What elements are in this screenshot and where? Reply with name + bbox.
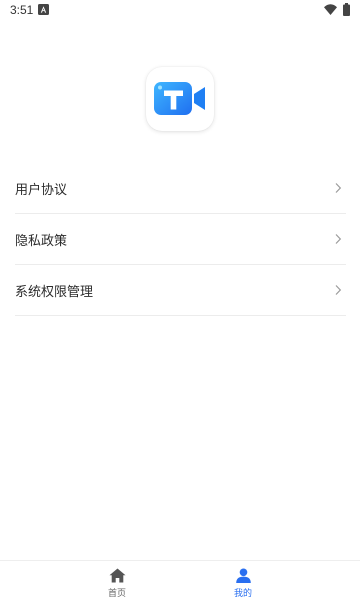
menu-item-permission-management[interactable]: 系统权限管理 [15, 265, 346, 316]
menu-item-label: 用户协议 [15, 183, 68, 198]
user-icon [236, 568, 251, 583]
battery-icon [343, 3, 350, 16]
chevron-right-icon [335, 183, 342, 193]
tab-mine[interactable]: 我的 [153, 561, 333, 600]
bottom-tab-bar: 首页 我的 [0, 560, 360, 600]
menu-item-label: 系统权限管理 [15, 285, 94, 300]
menu-item-label: 隐私政策 [15, 234, 68, 249]
chevron-right-icon [335, 234, 342, 244]
chevron-right-icon [335, 285, 342, 295]
status-bar: 3:51 [0, 0, 360, 24]
a-notification-icon [38, 4, 49, 15]
tab-label: 我的 [233, 589, 252, 599]
wifi-icon [324, 4, 337, 15]
settings-menu: 用户协议 隐私政策 系统权限管理 [15, 163, 346, 316]
menu-item-privacy-policy[interactable]: 隐私政策 [15, 214, 346, 265]
menu-item-user-agreement[interactable]: 用户协议 [15, 163, 346, 214]
status-time: 3:51 [10, 3, 34, 17]
app-logo [146, 67, 214, 131]
home-icon [109, 568, 126, 583]
video-camera-t-logo [154, 82, 205, 115]
screen: 3:51 用户协议 隐私政策 系统权限管理 首页 我的 [0, 0, 360, 600]
